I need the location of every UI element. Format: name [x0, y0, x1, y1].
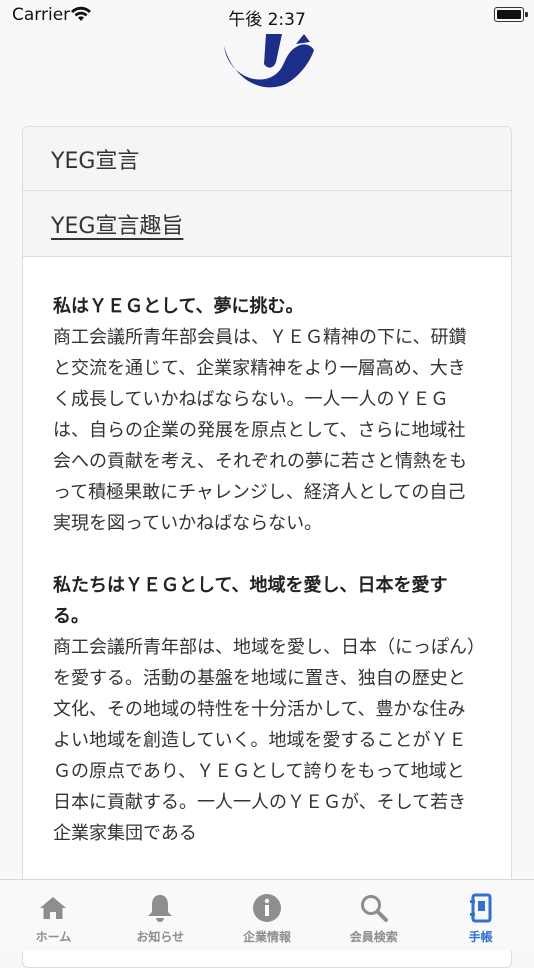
- tab-notifications[interactable]: お知らせ: [107, 880, 214, 951]
- section-text: 商工会議所青年部会員は、ＹＥＧ精神の下に、研鑽と交流を通じて、企業家精神をより一…: [53, 327, 467, 534]
- status-bar: Carrier 午後 2:37: [0, 0, 534, 30]
- yeg-logo: [224, 34, 314, 88]
- tab-notebook[interactable]: 手帳: [427, 880, 534, 951]
- yeg-declaration-card: YEG宣言 YEG宣言趣旨 私はＹＥＧとして、夢に挑む。 商工会議所青年部会員は…: [22, 126, 512, 968]
- bell-icon: [148, 895, 173, 922]
- tab-label: 手帳: [468, 930, 493, 944]
- notebook-icon: [469, 893, 492, 923]
- tab-label: 企業情報: [242, 930, 291, 944]
- card-subheader: YEG宣言趣旨: [23, 191, 511, 257]
- card-subtitle: YEG宣言趣旨: [51, 213, 184, 239]
- home-icon: [40, 897, 67, 919]
- section-title: 私たちはＹＥＧとして、地域を愛し、日本を愛する。: [53, 575, 448, 627]
- tab-company-info[interactable]: 企業情報: [214, 880, 321, 951]
- section-text: 商工会議所青年部は、地域を愛し、日本（にっぽん）を愛する。活動の基盤を地域に置き…: [53, 637, 476, 844]
- section-title: 私はＹＥＧとして、夢に挑む。: [53, 296, 304, 317]
- card-body: 私はＹＥＧとして、夢に挑む。 商工会議所青年部会員は、ＹＥＧ精神の下に、研鑽と交…: [23, 257, 511, 849]
- tab-label: ホーム: [35, 930, 72, 944]
- battery-icon: [494, 7, 528, 22]
- info-icon: [252, 894, 281, 922]
- tab-label: 会員検索: [349, 930, 398, 944]
- search-icon: [360, 895, 388, 922]
- status-time: 午後 2:37: [228, 10, 306, 30]
- tab-label: お知らせ: [136, 930, 185, 944]
- tab-home[interactable]: ホーム: [0, 880, 107, 951]
- card-title: YEG宣言: [51, 148, 140, 174]
- tab-member-search[interactable]: 会員検索: [320, 880, 427, 951]
- tab-bar: ホーム お知らせ 企業情報 会員検索 手帳: [0, 879, 534, 951]
- card-header: YEG宣言: [23, 127, 511, 191]
